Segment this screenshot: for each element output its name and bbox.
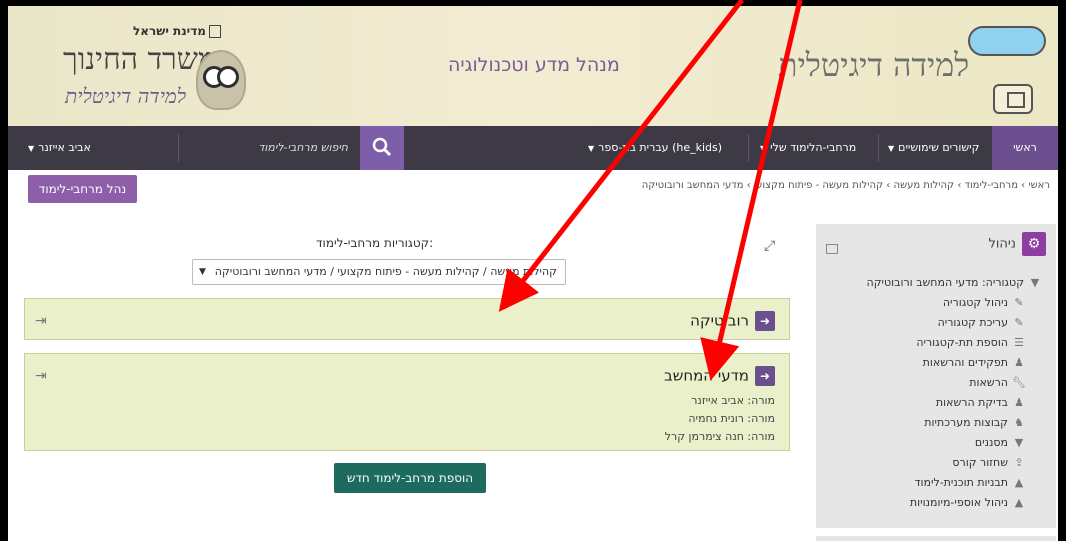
sidebar-item-manage-category[interactable]: ✎ניהול קטגוריה: [943, 296, 1026, 309]
sidebar-block: [816, 536, 1056, 541]
site-title[interactable]: למידה דיגיטלית: [778, 46, 969, 84]
users-icon: ♞: [1014, 416, 1024, 429]
nav-divider: [748, 134, 749, 162]
my-spaces-menu[interactable]: ▼ מרחבי-הלימוד שלי: [760, 126, 856, 170]
category-panel-robotics[interactable]: ➜רובוטיקה ⇥: [24, 298, 790, 340]
home-link[interactable]: ראשי: [992, 126, 1058, 170]
search-button[interactable]: [360, 126, 404, 170]
list-icon: ☰: [1014, 336, 1024, 349]
enter-icon: ➜: [755, 311, 775, 331]
exit-icon[interactable]: ⇥: [35, 368, 47, 384]
ministry-subtitle: למידה דיגיטלית: [65, 84, 187, 108]
sidebar-item-check-permissions[interactable]: ♟בדיקת הרשאות: [936, 396, 1026, 409]
useful-links-menu[interactable]: ▼ קישורים שימושיים: [888, 126, 979, 170]
sidebar-item-permissions[interactable]: 🔧︎הרשאות: [969, 376, 1026, 389]
screen-icon: [993, 84, 1033, 114]
nav-divider: [878, 134, 879, 162]
sidebar-title: ⚙ניהול: [988, 232, 1046, 256]
sidebar-item-filters[interactable]: ▼מסננים: [975, 436, 1026, 449]
sidebar-item-competencies[interactable]: ▲ניהול אוספי-מיומנויות: [910, 496, 1026, 509]
exit-icon[interactable]: ⇥: [35, 313, 47, 329]
category-select[interactable]: קהילות מעשה / קהילות מעשה - פיתוח מקצועי…: [192, 259, 566, 285]
site-header: מדינת ישראל משרד החינוך למידה דיגיטלית מ…: [8, 6, 1058, 126]
upload-icon: ⇪: [1014, 456, 1024, 469]
admin-sidebar: ⚙ניהול ▼קטגוריה: מדעי המחשב ורובוטיקה ✎נ…: [816, 224, 1056, 528]
category-panel-cs[interactable]: ➜מדעי המחשב ⇥ מורה: אביב אייזנר מורה: רו…: [24, 353, 790, 451]
sidebar-item-restore-course[interactable]: ⇪שחזור קורס: [952, 456, 1026, 469]
teacher-item[interactable]: מורה: חנה צימרמן קרל: [665, 430, 775, 443]
sidebar-category[interactable]: ▼קטגוריה: מדעי המחשב ורובוטיקה: [867, 276, 1042, 289]
owl-icon: [196, 50, 246, 110]
wrench-icon: 🔧︎: [1012, 376, 1026, 389]
plan-icon: ▲: [1014, 496, 1024, 509]
collapse-icon[interactable]: [826, 244, 838, 254]
sidebar-item-cohorts[interactable]: ♞קבוצות מערכתיות: [924, 416, 1026, 429]
sidebar-item-add-subcategory[interactable]: ☰הוספת תת-קטגוריה: [916, 336, 1026, 349]
sidebar-item-edit-category[interactable]: ✎עריכת קטגוריה: [938, 316, 1026, 329]
user-icon: ♟: [1014, 396, 1024, 409]
teacher-item[interactable]: מורה: רונית נחמיה: [688, 412, 775, 425]
breadcrumb[interactable]: ראשי › מרחבי-לימוד › קהילות מעשה › קהילו…: [642, 180, 1050, 191]
search-input[interactable]: חיפוש מרחבי-לימוד: [178, 126, 358, 170]
cloud-icon: [968, 26, 1046, 56]
main-nav: ▼ אביב אייזנר חיפוש מרחבי-לימוד ▼ עברית בת…: [8, 126, 1058, 170]
plan-icon: ▲: [1014, 476, 1024, 489]
teacher-item[interactable]: מורה: אביב אייזנר: [691, 394, 775, 407]
caret-down-icon: ▼: [888, 144, 895, 153]
department-title: מנהל מדע וטכנולוגיה: [448, 54, 620, 76]
user-icon: ♟: [1014, 356, 1024, 369]
filter-icon: ▼: [1014, 436, 1024, 449]
caret-down-icon: ▼: [28, 144, 35, 153]
user-menu[interactable]: ▼ אביב אייזנר: [28, 126, 91, 170]
state-label: מדינת ישראל: [133, 24, 221, 38]
gear-icon: ⚙: [1022, 232, 1046, 256]
ministry-title: משרד החינוך: [63, 42, 216, 77]
panel-title[interactable]: ➜מדעי המחשב: [664, 366, 775, 386]
sidebar-item-roles[interactable]: ♟תפקידים והרשאות: [923, 356, 1026, 369]
categories-label: קטגוריות מרחבי-לימוד:: [316, 236, 434, 250]
add-space-button[interactable]: הוספת מרחב-לימוד חדש: [334, 463, 486, 493]
panel-title[interactable]: ➜רובוטיקה: [690, 311, 775, 331]
pencil-icon: ✎: [1014, 316, 1024, 329]
enter-icon: ➜: [755, 366, 775, 386]
manage-spaces-button[interactable]: נהל מרחבי-לימוד: [28, 175, 137, 203]
pencil-icon: ✎: [1014, 296, 1024, 309]
search-icon: [372, 137, 392, 157]
expand-icon[interactable]: ⤢: [764, 238, 775, 254]
language-menu[interactable]: ▼ עברית בת-ספר (he_kids): [588, 126, 722, 170]
caret-down-icon: ▼: [760, 144, 767, 153]
caret-down-icon: ▼: [588, 144, 595, 153]
emblem-icon: [208, 25, 221, 38]
triangle-down-icon: ▼: [1030, 276, 1040, 289]
category-select-value: קהילות מעשה / קהילות מעשה - פיתוח מקצועי…: [214, 265, 557, 278]
chevron-down-icon: ▼: [199, 267, 206, 277]
sidebar-item-learning-plans[interactable]: ▲תבניות תוכנית-לימוד: [915, 476, 1026, 489]
